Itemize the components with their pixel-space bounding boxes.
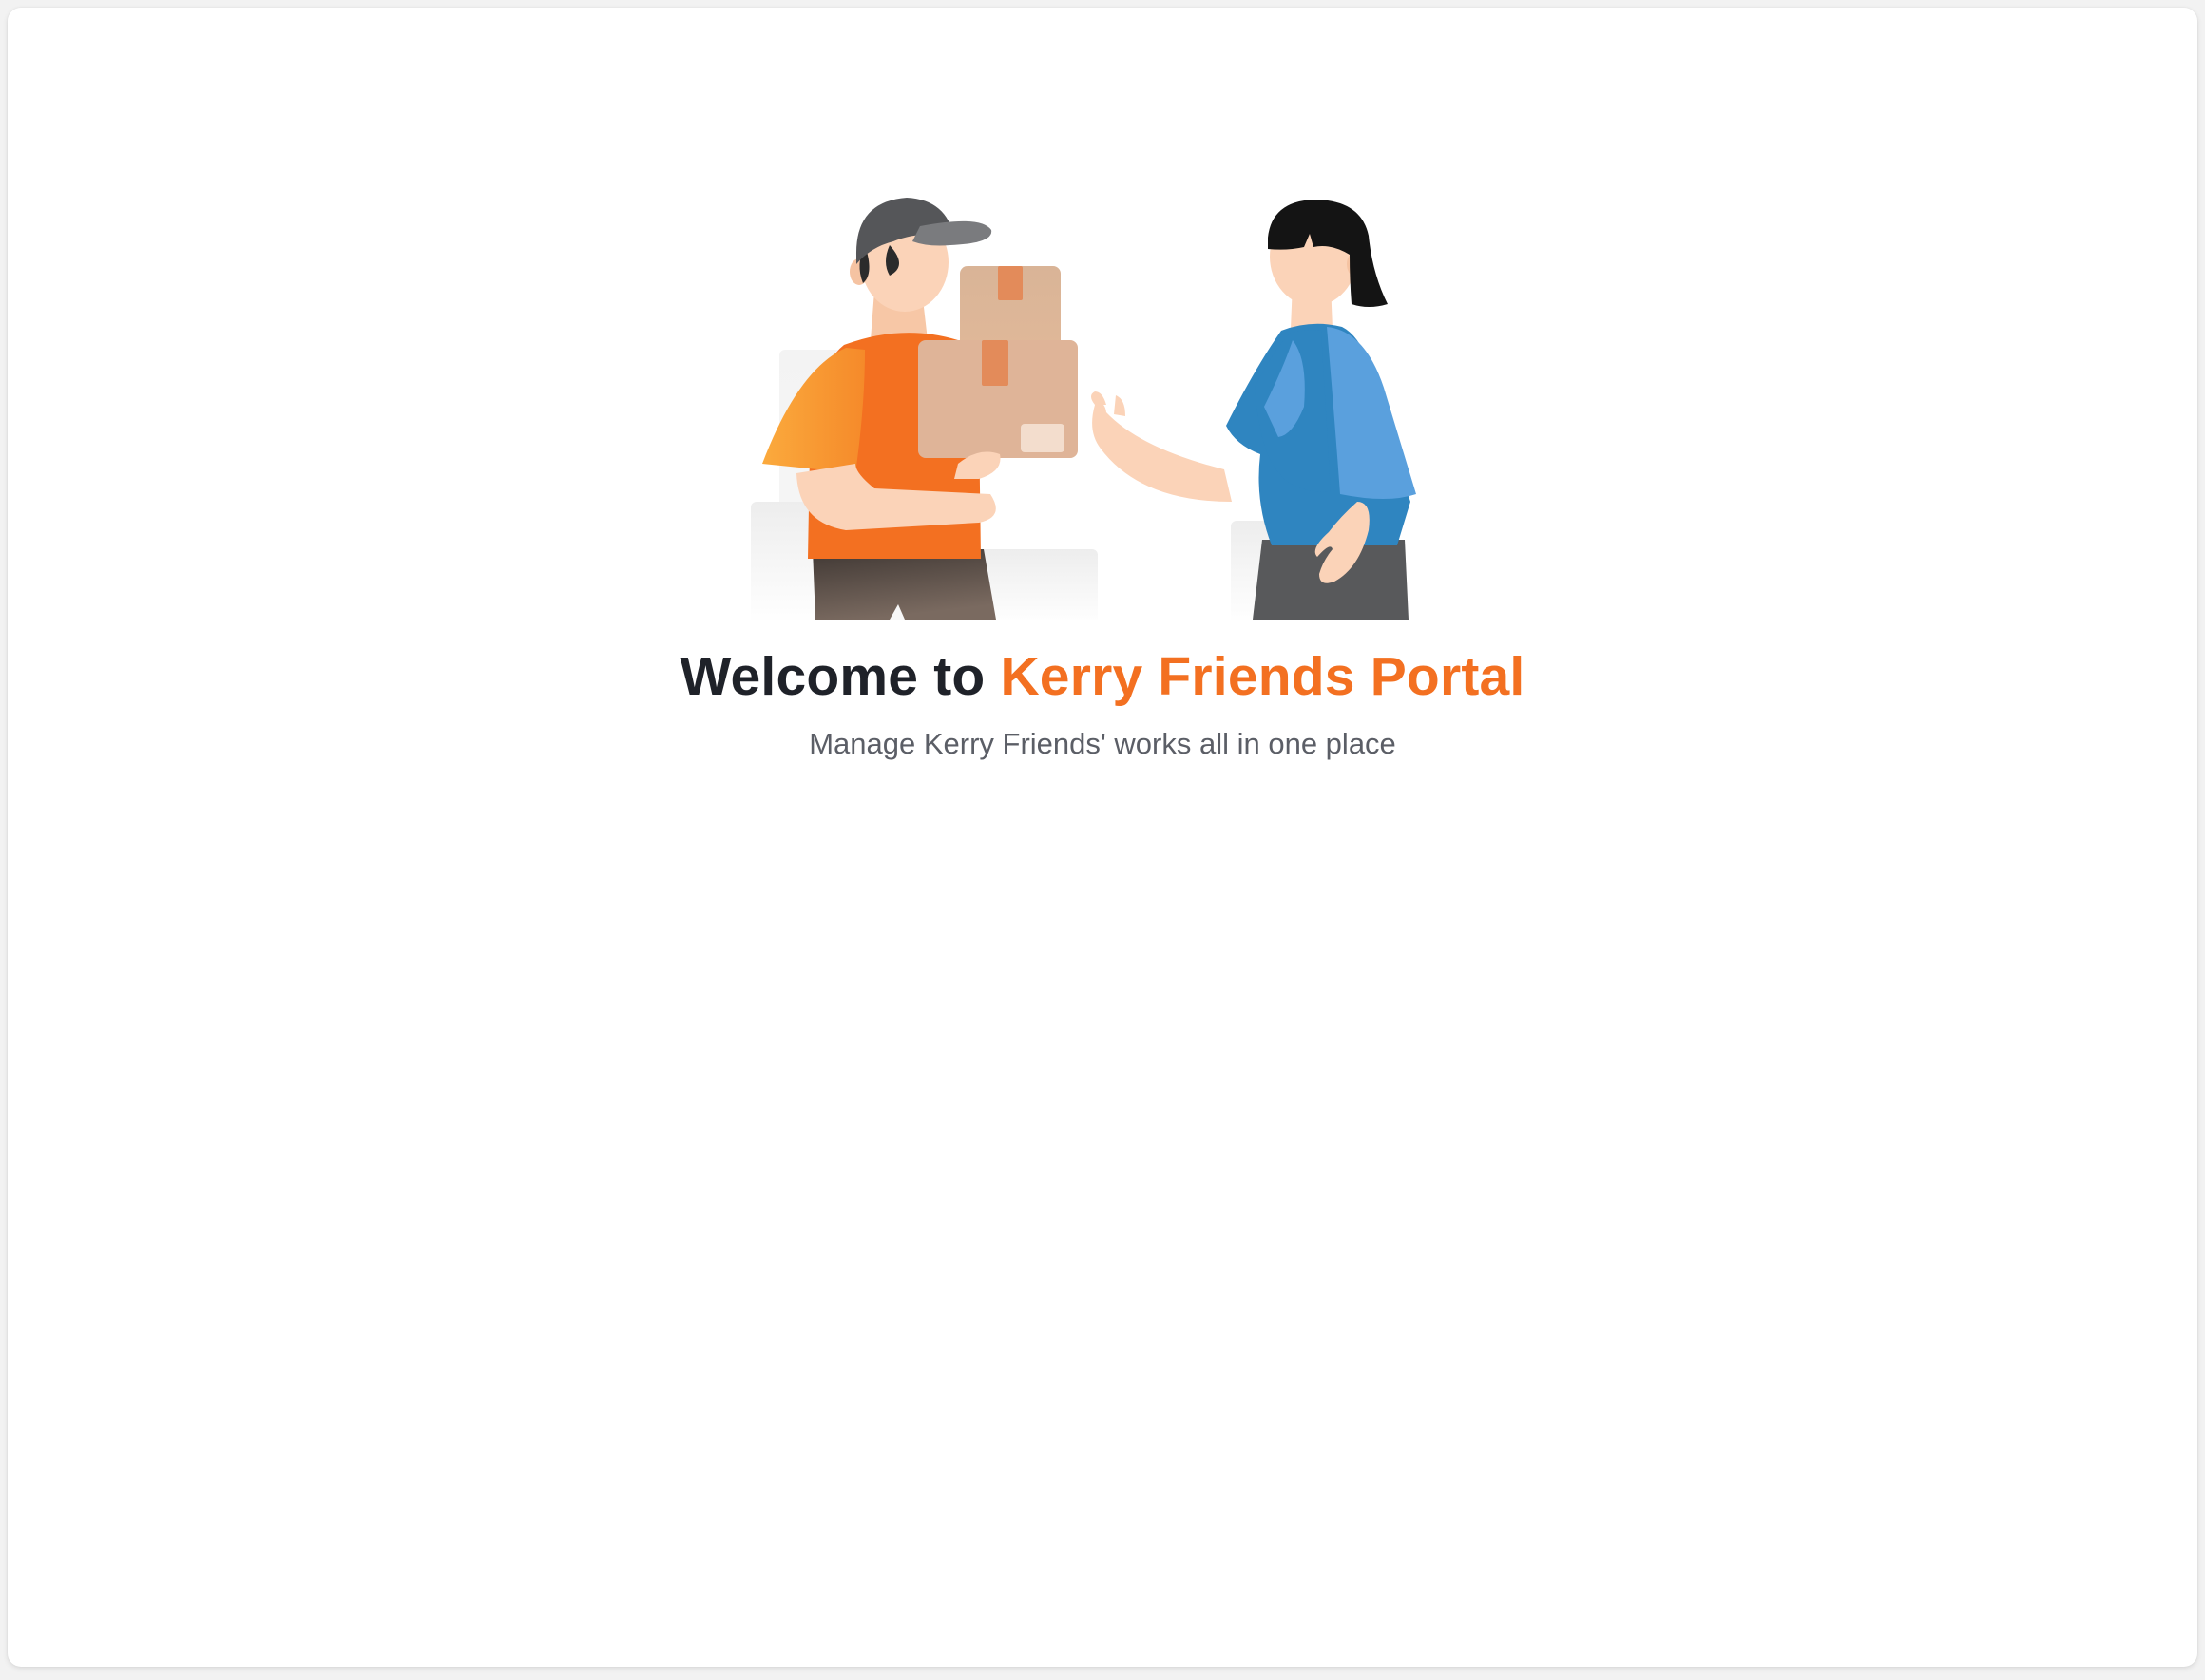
- title-brand: Kerry Friends Portal: [1000, 646, 1525, 707]
- welcome-hero: Welcome to Kerry Friends Portal Manage K…: [8, 188, 2197, 761]
- delivery-handoff-illustration-icon: [751, 198, 1416, 620]
- main-content-card: Welcome to Kerry Friends Portal Manage K…: [8, 8, 2197, 1667]
- title-prefix: Welcome to: [680, 646, 986, 707]
- page-title: Welcome to Kerry Friends Portal: [681, 646, 1525, 709]
- page-subtitle: Manage Kerry Friends' works all in one p…: [809, 726, 1396, 760]
